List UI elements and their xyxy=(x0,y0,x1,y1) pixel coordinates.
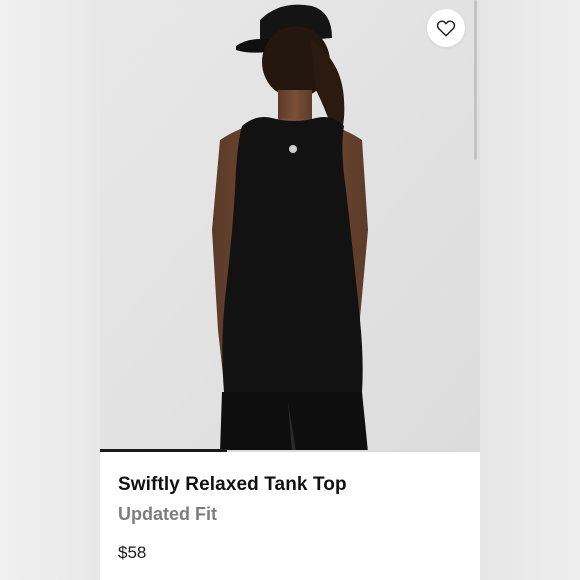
model-photo xyxy=(100,0,480,452)
background-left xyxy=(0,0,100,580)
product-price: $58 xyxy=(118,543,147,562)
scrollbar[interactable] xyxy=(474,0,477,160)
favorite-button[interactable] xyxy=(427,9,465,47)
heart-outline-icon xyxy=(436,20,456,37)
background-right xyxy=(480,0,580,580)
product-info: Swiftly Relaxed Tank Top Updated Fit $58 xyxy=(100,452,480,580)
product-image[interactable] xyxy=(100,0,480,452)
product-subtitle: Updated Fit xyxy=(118,504,217,524)
product-title[interactable]: Swiftly Relaxed Tank Top xyxy=(118,474,347,496)
product-card[interactable]: Swiftly Relaxed Tank Top Updated Fit $58 xyxy=(100,0,480,580)
